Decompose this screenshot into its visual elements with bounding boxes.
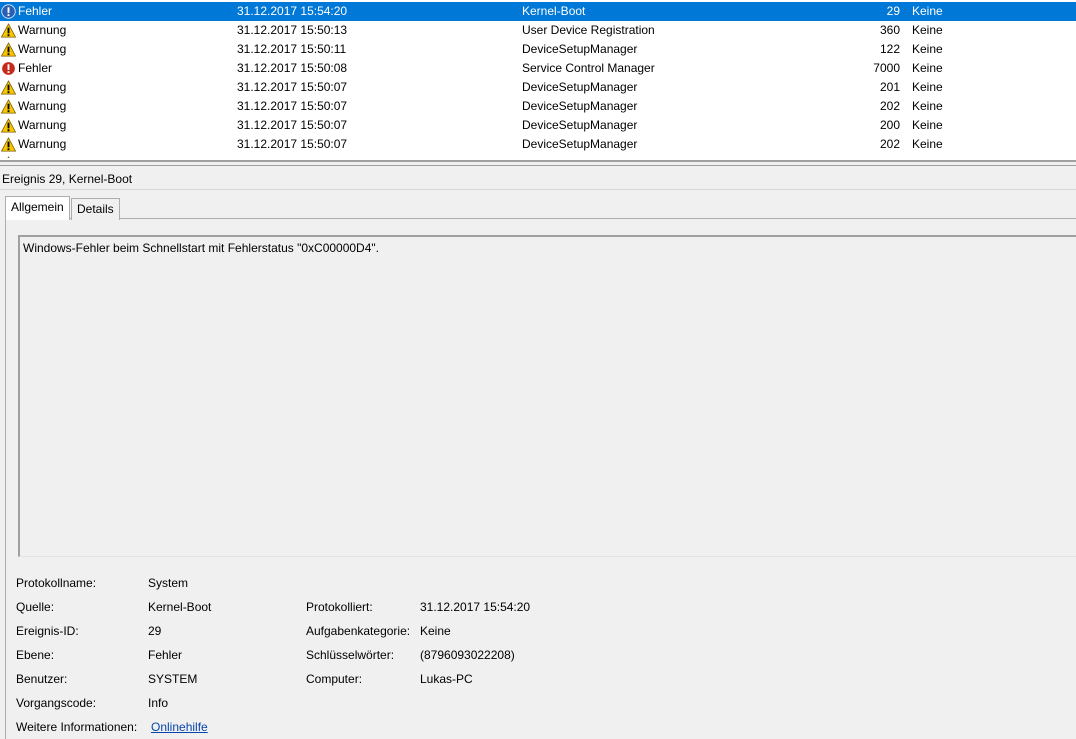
label-task-category: Aufgabenkategorie: <box>306 624 411 638</box>
event-date: 31.12.2017 15:50:08 <box>237 61 348 75</box>
value-keywords: (8796093022208) <box>420 648 515 662</box>
warning-icon <box>1 42 16 57</box>
event-row[interactable]: Warnung 31.12.2017 15:50:11 DeviceSetupMan… <box>0 40 1076 59</box>
event-source: User Device Registration <box>522 23 655 37</box>
event-id: 122 <box>879 42 900 56</box>
value-computer: Lukas-PC <box>420 672 473 686</box>
event-list[interactable]: Fehler 31.12.2017 15:54:20 Kernel-Boot 29 Ke… <box>0 0 1076 160</box>
value-source: Kernel-Boot <box>148 600 212 614</box>
label-more-info: Weitere Informationen: <box>16 720 138 734</box>
event-row-selected[interactable]: Fehler 31.12.2017 15:54:20 Kernel-Boot 29 Ke… <box>0 2 1076 21</box>
value-logged: 31.12.2017 15:54:20 <box>420 600 531 614</box>
warning-icon <box>1 118 16 133</box>
label-keywords: Schlüsselwörter: <box>306 648 395 662</box>
tab-general[interactable]: Allgemein <box>5 196 70 220</box>
event-source: Service Control Manager <box>522 61 655 75</box>
event-date: 31.12.2017 15:50:07 <box>237 137 348 151</box>
warning-icon <box>1 80 16 95</box>
splitter-line <box>0 165 1076 166</box>
event-row[interactable]: Warnung 31.12.2017 15:50:07 DeviceSetupMan… <box>0 135 1076 154</box>
value-task-category: Keine <box>420 624 451 638</box>
event-source: Kernel-Boot <box>522 4 586 18</box>
tab-details[interactable]: Details <box>71 198 120 220</box>
event-id: 202 <box>879 137 900 151</box>
event-date: 31.12.2017 15:50:13 <box>237 23 348 37</box>
event-level: Fehler <box>18 61 53 75</box>
event-id: 200 <box>879 118 900 132</box>
label-log-name: Protokollname: <box>16 576 97 590</box>
event-id: 202 <box>879 99 900 113</box>
event-id: 29 <box>886 4 900 18</box>
event-source: DeviceSetupManager <box>522 80 638 94</box>
label-user: Benutzer: <box>16 672 68 686</box>
event-source: DeviceSetupManager <box>522 118 638 132</box>
value-log-name: System <box>148 576 189 590</box>
event-row[interactable]: Warnung 31.12.2017 15:50:07 DeviceSetupMan… <box>0 154 1076 158</box>
event-row[interactable]: Warnung 31.12.2017 15:50:07 DeviceSetupMan… <box>0 97 1076 116</box>
event-level: Warnung <box>18 80 67 94</box>
event-category: Keine <box>912 118 943 132</box>
event-category: Keine <box>912 154 943 158</box>
warning-icon <box>1 137 16 152</box>
event-category: Keine <box>912 23 943 37</box>
event-id: 7000 <box>873 61 900 75</box>
event-id: 201 <box>879 80 900 94</box>
event-id: 200 <box>840 154 900 158</box>
event-row[interactable]: Warnung 31.12.2017 15:50:07 DeviceSetupMan… <box>0 116 1076 135</box>
event-level: Warnung <box>18 23 67 37</box>
event-description-box[interactable]: Windows-Fehler beim Schnellstart mit Feh… <box>18 235 1076 557</box>
event-category: Keine <box>912 61 943 75</box>
title-divider <box>0 189 1076 190</box>
event-description-text: Windows-Fehler beim Schnellstart mit Feh… <box>23 241 379 255</box>
label-source: Quelle: <box>16 600 55 614</box>
event-date: 31.12.2017 15:54:20 <box>237 4 348 18</box>
event-category: Keine <box>912 99 943 113</box>
event-level: Warnung <box>18 42 67 56</box>
event-level: Warnung <box>18 154 66 158</box>
value-user: SYSTEM <box>148 672 198 686</box>
value-opcode: Info <box>148 696 169 710</box>
label-logged: Protokolliert: <box>306 600 373 614</box>
warning-icon <box>1 23 16 38</box>
event-date: 31.12.2017 15:50:07 <box>237 99 348 113</box>
event-detail-title: Ereignis 29, Kernel-Boot <box>2 172 133 186</box>
event-date: 31.12.2017 15:50:07 <box>237 80 348 94</box>
value-level: Fehler <box>148 648 183 662</box>
event-source: DeviceSetupManager <box>522 137 638 151</box>
event-row[interactable]: Warnung 31.12.2017 15:50:13 User Device Re… <box>0 21 1076 40</box>
online-help-link[interactable]: Onlinehilfe <box>151 719 208 735</box>
label-level: Ebene: <box>16 648 55 662</box>
event-date: 31.12.2017 15:50:07 <box>237 118 348 132</box>
event-row[interactable]: Warnung 31.12.2017 15:50:07 DeviceSetupMan… <box>0 78 1076 97</box>
event-level: Warnung <box>18 118 67 132</box>
event-category: Keine <box>912 80 943 94</box>
warning-icon <box>1 99 16 114</box>
event-date: 31.12.2017 15:50:11 <box>237 42 347 56</box>
event-level: Warnung <box>18 99 67 113</box>
event-source: DeviceSetupManager <box>522 42 638 56</box>
event-level: Warnung <box>18 137 67 151</box>
label-opcode: Vorgangscode: <box>16 696 97 710</box>
value-event-id: 29 <box>148 624 162 638</box>
event-category: Keine <box>912 137 943 151</box>
event-date: 31.12.2017 15:50:07 <box>237 154 347 158</box>
label-computer: Computer: <box>306 672 363 686</box>
error-icon <box>1 61 16 76</box>
event-id: 360 <box>879 23 900 37</box>
event-row[interactable]: Fehler 31.12.2017 15:50:08 Service Control… <box>0 59 1076 78</box>
event-source: DeviceSetupManager <box>522 99 638 113</box>
event-category: Keine <box>912 4 943 18</box>
info-icon <box>1 4 16 19</box>
label-event-id: Ereignis-ID: <box>16 624 79 638</box>
warning-icon <box>7 156 10 158</box>
event-category: Keine <box>912 42 943 56</box>
event-level: Fehler <box>18 4 53 18</box>
event-source: DeviceSetupManager <box>522 154 637 158</box>
